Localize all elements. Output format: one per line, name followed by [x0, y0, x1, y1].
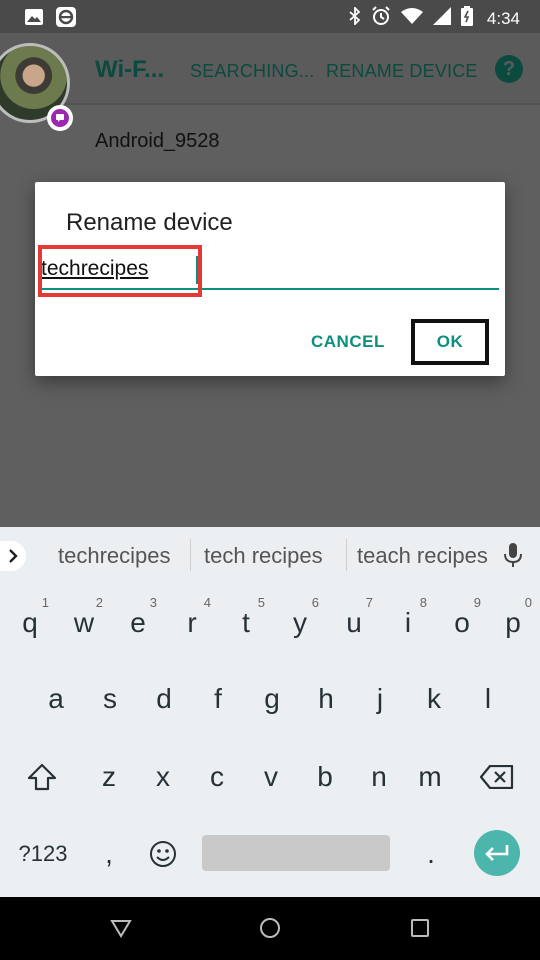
key-h[interactable]: h	[299, 661, 353, 737]
key-o[interactable]: o9	[435, 585, 489, 661]
searching-button[interactable]: SEARCHING...	[190, 61, 314, 82]
key-p[interactable]: p0	[486, 585, 540, 661]
recents-icon[interactable]	[409, 917, 431, 944]
avatar[interactable]	[0, 41, 73, 131]
suggestion-divider	[346, 539, 347, 571]
device-name: Android_9528	[95, 130, 220, 152]
rename-device-button[interactable]: RENAME DEVICE	[326, 61, 478, 82]
alarm-icon	[371, 6, 391, 31]
device-name-input[interactable]	[41, 250, 499, 290]
chat-badge-icon	[47, 105, 73, 131]
help-icon[interactable]: ?	[495, 55, 523, 83]
key-m[interactable]: m	[403, 739, 457, 815]
wifi-icon	[400, 8, 423, 29]
key-label: y	[293, 607, 307, 638]
ok-button[interactable]: OK	[411, 319, 489, 365]
status-bar: 4:34	[0, 0, 540, 33]
e-app-icon	[56, 7, 76, 27]
rename-dialog: Rename device CANCEL OK	[35, 182, 505, 376]
key-a[interactable]: a	[29, 661, 83, 737]
key-y[interactable]: y6	[273, 585, 327, 661]
home-icon[interactable]	[259, 917, 281, 944]
key-c[interactable]: c	[190, 739, 244, 815]
text-cursor	[196, 256, 198, 284]
navigation-bar	[0, 897, 540, 960]
key-l[interactable]: l	[461, 661, 515, 737]
enter-icon[interactable]	[474, 830, 520, 876]
key-label: o	[454, 607, 470, 638]
back-icon[interactable]	[110, 917, 132, 944]
space-bar[interactable]	[202, 835, 390, 871]
chevron-right-icon[interactable]	[0, 541, 26, 571]
bluetooth-icon	[349, 5, 361, 30]
key-label: q	[22, 607, 38, 638]
key-hint: 4	[203, 595, 211, 610]
key-label: i	[404, 607, 412, 638]
key-b[interactable]: b	[298, 739, 352, 815]
key-hint: 2	[95, 595, 103, 610]
key-z[interactable]: z	[82, 739, 136, 815]
key-v[interactable]: v	[244, 739, 298, 815]
period-key[interactable]: .	[404, 816, 458, 892]
key-label: p	[505, 607, 521, 638]
key-label: t	[242, 607, 250, 638]
backspace-icon[interactable]	[470, 739, 524, 815]
cancel-button[interactable]: CANCEL	[311, 332, 385, 352]
key-s[interactable]: s	[83, 661, 137, 737]
key-label: u	[346, 607, 362, 638]
image-icon	[24, 7, 44, 27]
shift-icon[interactable]	[15, 739, 69, 815]
key-r[interactable]: r4	[165, 585, 219, 661]
key-hint: 6	[311, 595, 319, 610]
key-label: r	[187, 607, 197, 638]
key-hint: 9	[473, 595, 481, 610]
key-j[interactable]: j	[353, 661, 407, 737]
key-g[interactable]: g	[245, 661, 299, 737]
key-hint: 1	[41, 595, 49, 610]
key-f[interactable]: f	[191, 661, 245, 737]
key-k[interactable]: k	[407, 661, 461, 737]
key-u[interactable]: u7	[327, 585, 381, 661]
key-label: w	[73, 607, 95, 638]
symbols-key[interactable]: ?123	[8, 816, 78, 892]
suggestion-3[interactable]: teach recipes	[357, 543, 488, 569]
key-hint: 8	[419, 595, 427, 610]
key-q[interactable]: q1	[3, 585, 57, 661]
comma-key[interactable]: ,	[82, 816, 136, 892]
app-bar: Wi-F... SEARCHING... RENAME DEVICE ?	[0, 33, 540, 131]
key-hint: 7	[365, 595, 373, 610]
battery-icon	[460, 6, 473, 31]
key-label: e	[130, 607, 146, 638]
emoji-icon[interactable]	[136, 816, 190, 892]
key-n[interactable]: n	[352, 739, 406, 815]
suggestion-1[interactable]: techrecipes	[58, 543, 171, 569]
key-i[interactable]: i8	[381, 585, 435, 661]
key-t[interactable]: t5	[219, 585, 273, 661]
key-w[interactable]: w2	[57, 585, 111, 661]
help-icon-label: ?	[502, 57, 516, 80]
page-title: Wi-F...	[95, 56, 165, 83]
suggestion-2[interactable]: tech recipes	[204, 543, 323, 569]
key-x[interactable]: x	[136, 739, 190, 815]
keyboard: q1 w2 e3 r4 t5 y6 u7 i8 o9 p0 a s d f g …	[0, 585, 540, 897]
key-hint: 5	[257, 595, 265, 610]
clock-time: 4:34	[486, 8, 520, 28]
signal-icon	[432, 7, 451, 30]
suggestion-strip: techrecipes tech recipes teach recipes	[0, 527, 540, 585]
mic-icon[interactable]	[504, 543, 522, 572]
key-d[interactable]: d	[137, 661, 191, 737]
dialog-title: Rename device	[66, 209, 233, 236]
key-e[interactable]: e3	[111, 585, 165, 661]
key-hint: 0	[524, 595, 532, 610]
key-hint: 3	[149, 595, 157, 610]
suggestion-divider	[190, 539, 191, 571]
